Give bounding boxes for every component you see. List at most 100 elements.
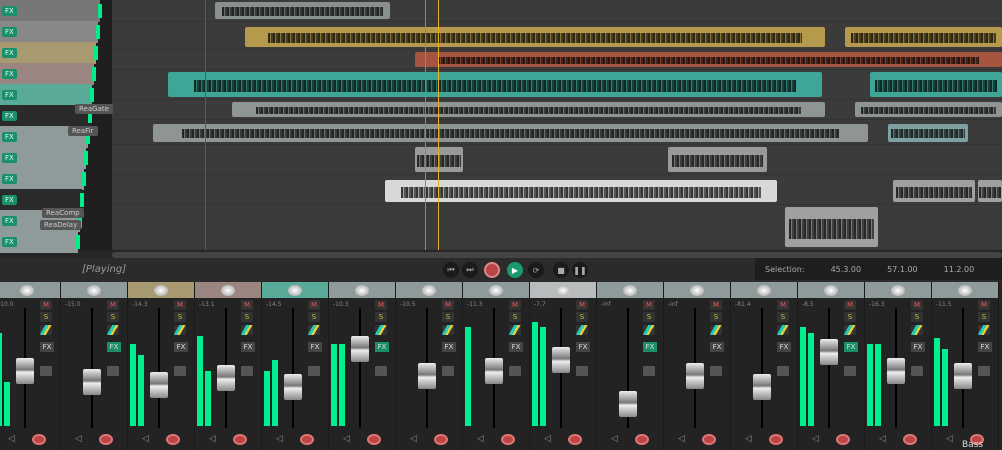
solo-button[interactable]: S — [107, 312, 119, 322]
mute-button[interactable]: M — [777, 300, 789, 310]
volume-fader[interactable] — [217, 365, 235, 392]
routing-button[interactable] — [576, 366, 588, 376]
track-fx-button[interactable]: FX — [2, 6, 17, 16]
volume-fader[interactable] — [887, 357, 905, 384]
solo-button[interactable]: S — [844, 312, 856, 322]
speaker-icon[interactable]: ◁ — [745, 434, 752, 444]
phase-button[interactable] — [844, 325, 856, 335]
speaker-icon[interactable]: ◁ — [343, 434, 350, 444]
media-item[interactable] — [415, 147, 463, 172]
mute-button[interactable]: M — [911, 300, 923, 310]
solo-button[interactable]: S — [777, 312, 789, 322]
mute-button[interactable]: M — [509, 300, 521, 310]
mute-button[interactable]: M — [174, 300, 186, 310]
mute-button[interactable]: M — [375, 300, 387, 310]
speaker-icon[interactable]: ◁ — [879, 434, 886, 444]
volume-fader[interactable] — [351, 335, 369, 362]
pan-knob[interactable] — [757, 284, 771, 296]
media-item[interactable] — [855, 102, 1002, 117]
volume-fader[interactable] — [418, 363, 436, 389]
phase-button[interactable] — [710, 325, 722, 335]
speaker-icon[interactable]: ◁ — [8, 434, 15, 444]
media-item[interactable] — [978, 180, 1002, 202]
speaker-icon[interactable]: ◁ — [410, 434, 417, 444]
phase-button[interactable] — [308, 325, 320, 335]
record-arm-button[interactable] — [367, 434, 381, 445]
routing-button[interactable] — [643, 366, 655, 376]
mute-button[interactable]: M — [643, 300, 655, 310]
fx-button[interactable]: FX — [308, 342, 322, 352]
repeat-button[interactable]: ⟳ — [528, 262, 544, 278]
fx-slot-readelay[interactable]: ReaDelay — [40, 220, 82, 230]
speaker-icon[interactable]: ◁ — [812, 434, 819, 444]
solo-button[interactable]: S — [174, 312, 186, 322]
volume-fader[interactable] — [552, 346, 570, 373]
track-fx-button[interactable]: FX — [2, 69, 17, 79]
pan-knob[interactable] — [355, 284, 369, 296]
pan-knob[interactable] — [422, 284, 436, 296]
record-arm-button[interactable] — [769, 434, 783, 445]
track-lane[interactable] — [110, 100, 1002, 120]
record-arm-button[interactable] — [836, 434, 850, 445]
pan-knob[interactable] — [221, 284, 235, 296]
fx-button[interactable]: FX — [643, 342, 657, 352]
fx-button[interactable]: FX — [40, 342, 54, 352]
routing-button[interactable] — [777, 366, 789, 376]
track-lane[interactable] — [110, 145, 1002, 175]
mute-button[interactable]: M — [978, 300, 990, 310]
speaker-icon[interactable]: ◁ — [678, 434, 685, 444]
track-fx-button[interactable]: FX — [2, 216, 17, 226]
selection-end[interactable]: 57.1.00 — [887, 265, 918, 274]
phase-button[interactable] — [442, 325, 454, 335]
pan-knob[interactable] — [958, 284, 972, 296]
phase-button[interactable] — [40, 325, 52, 335]
track-fx-button[interactable]: FX — [2, 90, 17, 100]
speaker-icon[interactable]: ◁ — [477, 434, 484, 444]
fx-slot-reacomp[interactable]: ReaComp — [42, 208, 84, 218]
pan-knob[interactable] — [20, 284, 34, 296]
mute-button[interactable]: M — [844, 300, 856, 310]
track-fx-button[interactable]: FX — [2, 48, 17, 58]
volume-fader[interactable] — [485, 357, 503, 384]
fx-button[interactable]: FX — [710, 342, 724, 352]
phase-button[interactable] — [576, 325, 588, 335]
record-arm-button[interactable] — [32, 434, 46, 445]
skip-forward-button[interactable]: ⏭ — [462, 262, 478, 278]
play-button[interactable]: ▶ — [507, 262, 523, 278]
track-fx-button[interactable]: FX — [2, 195, 17, 205]
speaker-icon[interactable]: ◁ — [142, 434, 149, 444]
media-item[interactable] — [232, 102, 825, 117]
speaker-icon[interactable]: ◁ — [544, 434, 551, 444]
fx-button[interactable]: FX — [442, 342, 456, 352]
track-fx-button[interactable]: FX — [2, 174, 17, 184]
phase-button[interactable] — [777, 325, 789, 335]
record-arm-button[interactable] — [702, 434, 716, 445]
media-item[interactable] — [385, 180, 777, 202]
fx-button[interactable]: FX — [509, 342, 523, 352]
pan-knob[interactable] — [690, 284, 704, 296]
fx-button[interactable]: FX — [375, 342, 389, 352]
selection-start[interactable]: 45.3.00 — [831, 265, 862, 274]
volume-fader[interactable] — [820, 338, 838, 365]
track-header[interactable]: FX — [0, 84, 92, 106]
routing-button[interactable] — [40, 366, 52, 376]
routing-button[interactable] — [509, 366, 521, 376]
track-header[interactable]: FX — [0, 168, 84, 190]
routing-button[interactable] — [978, 366, 990, 376]
fx-button[interactable]: FX — [241, 342, 255, 352]
solo-button[interactable]: S — [911, 312, 923, 322]
solo-button[interactable]: S — [978, 312, 990, 322]
routing-button[interactable] — [844, 366, 856, 376]
track-fx-button[interactable]: FX — [2, 132, 17, 142]
track-header[interactable]: FX — [0, 63, 94, 85]
speaker-icon[interactable]: ◁ — [611, 434, 618, 444]
fx-button[interactable]: FX — [978, 342, 992, 352]
routing-button[interactable] — [710, 366, 722, 376]
fx-button[interactable]: FX — [844, 342, 858, 352]
track-lane[interactable] — [110, 205, 1002, 250]
solo-button[interactable]: S — [442, 312, 454, 322]
routing-button[interactable] — [442, 366, 454, 376]
track-header[interactable]: FX — [0, 147, 86, 169]
edit-cursor[interactable] — [438, 0, 439, 250]
routing-button[interactable] — [375, 366, 387, 376]
